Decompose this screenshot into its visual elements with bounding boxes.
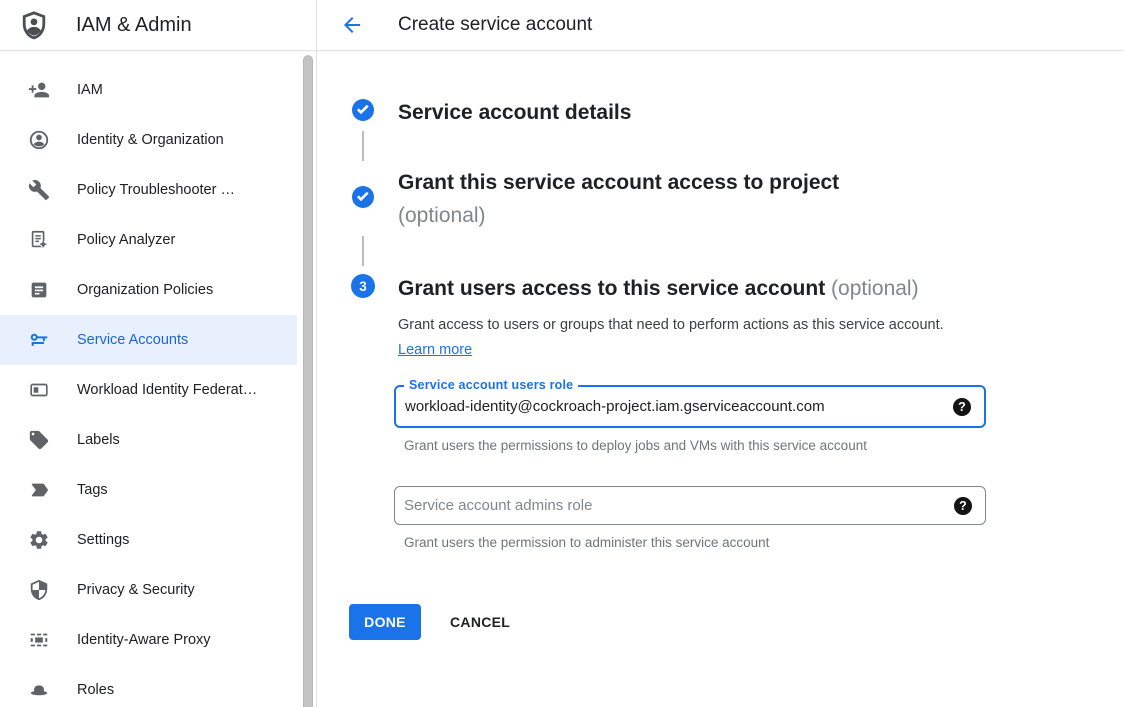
sidebar-item-label: Roles xyxy=(77,682,114,698)
brand: IAM & Admin xyxy=(20,0,192,50)
iam-shield-person-icon xyxy=(20,9,50,41)
wrench-icon xyxy=(28,179,50,201)
service-account-key-icon xyxy=(28,329,50,351)
service-account-users-role-field: Service account users role ? xyxy=(394,385,986,428)
sidebar-item-label: Workload Identity Federat… xyxy=(77,382,257,398)
step1-title[interactable]: Service account details xyxy=(398,96,631,129)
gear-icon xyxy=(28,529,50,551)
sidebar-item-identity-aware-proxy[interactable]: Identity-Aware Proxy xyxy=(0,615,297,665)
sidebar-item-organization-policies[interactable]: Organization Policies xyxy=(0,265,297,315)
step2-check-icon xyxy=(351,185,375,209)
step-connector xyxy=(362,131,364,161)
description-text: Grant access to users or groups that nee… xyxy=(398,317,944,333)
person-add-icon xyxy=(28,79,50,101)
admins-role-helper-text: Grant users the permission to administer… xyxy=(404,535,769,550)
cancel-button[interactable]: CANCEL xyxy=(436,604,524,640)
step3-description: Grant access to users or groups that nee… xyxy=(398,313,958,363)
back-button[interactable] xyxy=(338,11,366,39)
article-icon xyxy=(28,279,50,301)
sidebar-item-iam[interactable]: IAM xyxy=(0,65,297,115)
sidebar-divider xyxy=(316,0,317,707)
sidebar-item-label: Service Accounts xyxy=(77,332,188,348)
admins-role-input[interactable] xyxy=(395,487,939,524)
sidebar-item-settings[interactable]: Settings xyxy=(0,515,297,565)
label-tag-icon xyxy=(28,429,50,451)
top-bar: IAM & Admin Create service account xyxy=(0,0,1124,51)
step2-optional-label: (optional) xyxy=(398,204,486,227)
proxy-icon xyxy=(28,629,50,651)
help-question-icon[interactable]: ? xyxy=(954,497,972,515)
sidebar-item-label: Privacy & Security xyxy=(77,582,195,598)
service-account-admins-role-field: ? xyxy=(394,486,986,525)
step3-title[interactable]: Grant users access to this service accou… xyxy=(398,272,919,305)
sidebar: IAM Identity & Organization Policy Troub… xyxy=(0,52,316,707)
sidebar-item-roles[interactable]: Roles xyxy=(0,665,297,707)
sidebar-item-label: Policy Analyzer xyxy=(77,232,175,248)
step1-check-icon xyxy=(351,98,375,122)
users-role-helper-text: Grant users the permissions to deploy jo… xyxy=(404,438,867,453)
sidebar-item-policy-analyzer[interactable]: Policy Analyzer xyxy=(0,215,297,265)
sidebar-item-label: Settings xyxy=(77,532,129,548)
sidebar-item-identity-organization[interactable]: Identity & Organization xyxy=(0,115,297,165)
badge-card-icon xyxy=(28,379,50,401)
sidebar-item-label: Organization Policies xyxy=(77,282,213,298)
learn-more-link[interactable]: Learn more xyxy=(398,342,472,358)
arrow-back-icon xyxy=(340,13,364,37)
sidebar-item-label: IAM xyxy=(77,82,103,98)
step2-title-text: Grant this service account access to pro… xyxy=(398,171,839,194)
app-title: IAM & Admin xyxy=(76,14,192,37)
tag-arrow-icon xyxy=(28,479,50,501)
sidebar-scrollbar-thumb[interactable] xyxy=(303,55,313,707)
sidebar-item-label: Identity-Aware Proxy xyxy=(77,632,211,648)
sidebar-item-tags[interactable]: Tags xyxy=(0,465,297,515)
account-circle-icon xyxy=(28,129,50,151)
sidebar-item-label: Labels xyxy=(77,432,120,448)
shield-icon xyxy=(28,579,50,601)
help-question-icon[interactable]: ? xyxy=(953,398,971,416)
sidebar-item-workload-identity-federation[interactable]: Workload Identity Federat… xyxy=(0,365,297,415)
step-connector xyxy=(362,236,364,266)
done-button[interactable]: DONE xyxy=(349,604,421,640)
step2-title[interactable]: Grant this service account access to pro… xyxy=(398,166,839,232)
document-gear-icon xyxy=(28,229,50,251)
sidebar-item-policy-troubleshooter[interactable]: Policy Troubleshooter … xyxy=(0,165,297,215)
sidebar-item-label: Policy Troubleshooter … xyxy=(77,182,235,198)
users-role-input[interactable] xyxy=(396,387,938,426)
sidebar-item-service-accounts[interactable]: Service Accounts xyxy=(0,315,297,365)
page-title: Create service account xyxy=(398,0,592,50)
sidebar-item-label: Tags xyxy=(77,482,108,498)
sidebar-item-labels[interactable]: Labels xyxy=(0,415,297,465)
sidebar-item-label: Identity & Organization xyxy=(77,132,224,148)
sidebar-nav-list: IAM Identity & Organization Policy Troub… xyxy=(0,52,316,707)
step3-title-text: Grant users access to this service accou… xyxy=(398,277,825,300)
iam-admin-screen: IAM & Admin Create service account IAM I… xyxy=(0,0,1124,707)
sidebar-item-privacy-security[interactable]: Privacy & Security xyxy=(0,565,297,615)
step3-number-badge: 3 xyxy=(351,274,375,298)
hat-icon xyxy=(28,679,50,701)
step3-optional-label: (optional) xyxy=(831,277,919,300)
